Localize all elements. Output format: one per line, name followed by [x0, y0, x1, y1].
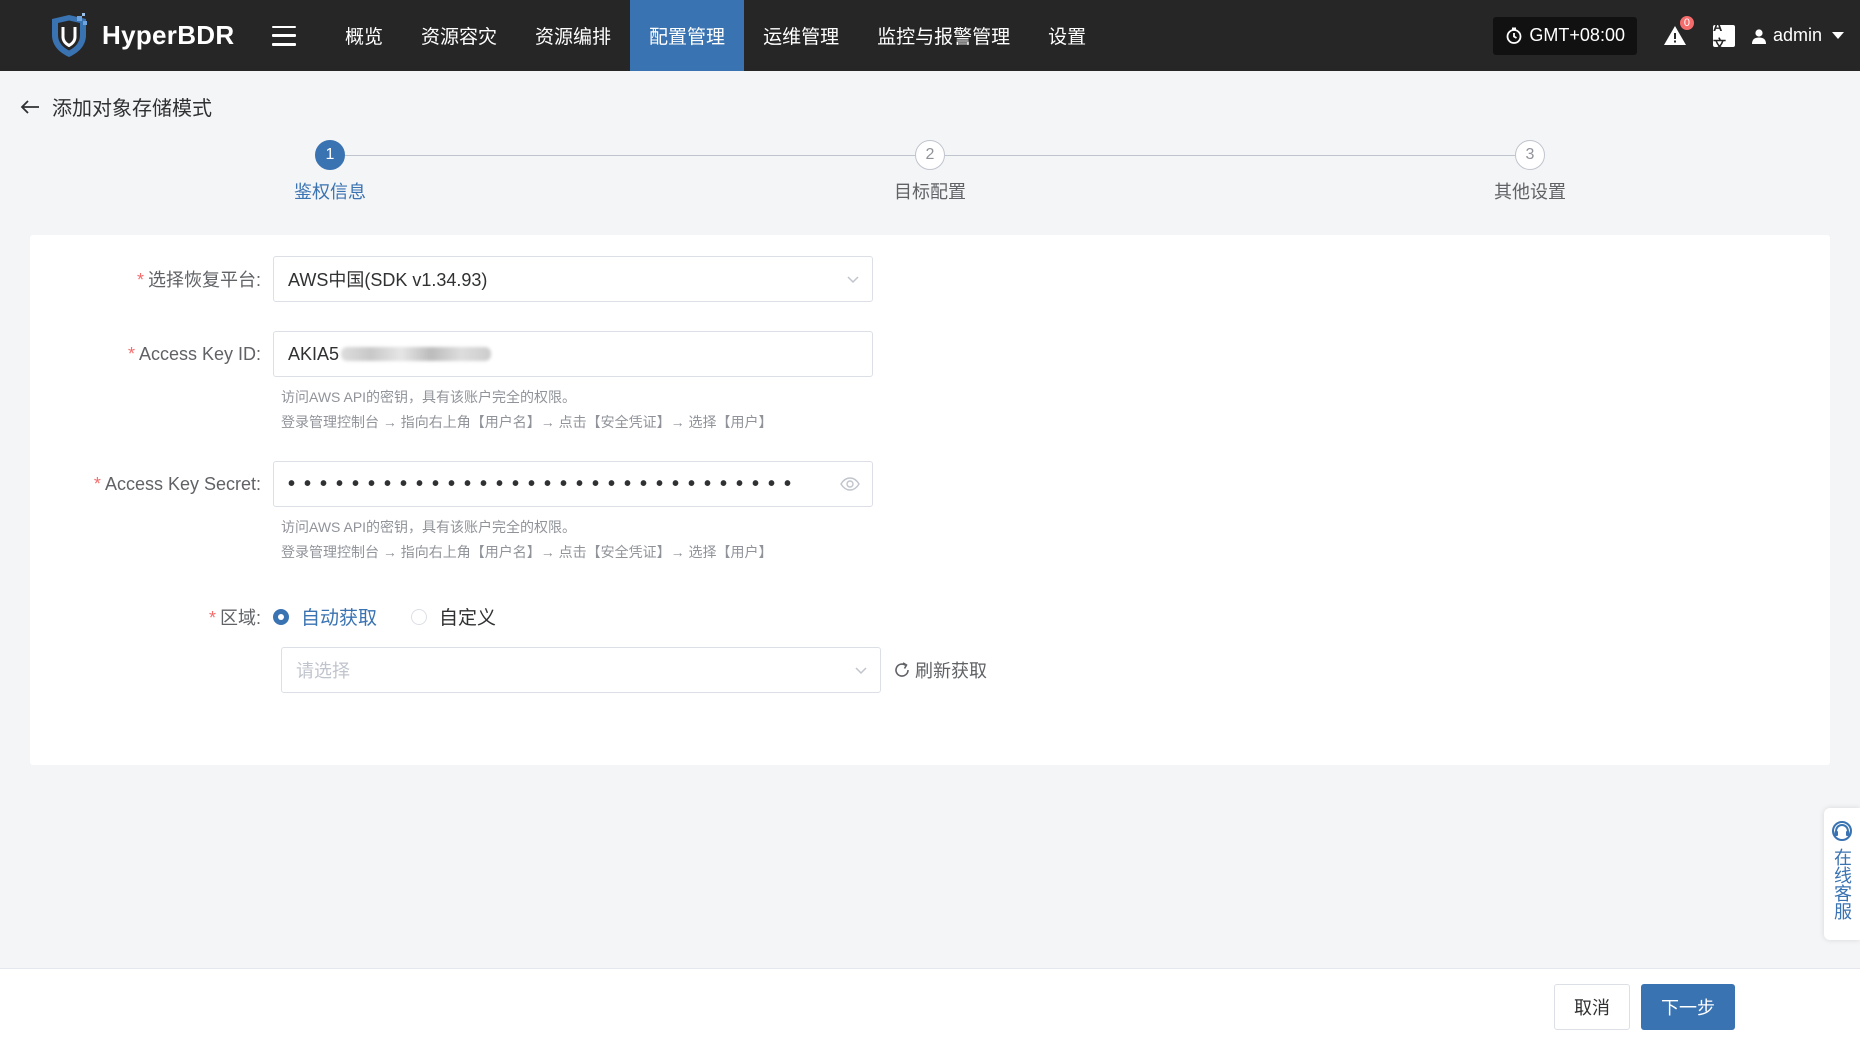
- step-2-label: 目标配置: [894, 182, 966, 202]
- page-title: 添加对象存储模式: [52, 98, 212, 120]
- radio-dot: [411, 608, 428, 625]
- timezone-text: GMT+08:00: [1529, 25, 1625, 45]
- step-3-label: 其他设置: [1494, 182, 1566, 202]
- region-custom-radio[interactable]: 自定义: [411, 603, 496, 630]
- nav-item-monitoring-alerts[interactable]: 监控与报警管理: [858, 0, 1029, 71]
- access-key-secret-help: 访问AWS API的密钥，具有该账户完全的权限。 登录管理控制台 → 指向右上角…: [281, 519, 773, 560]
- access-key-id-help: 访问AWS API的密钥，具有该账户完全的权限。 登录管理控制台 → 指向右上角…: [281, 389, 773, 430]
- chevron-down-icon: [847, 276, 859, 284]
- nav-item-config-management[interactable]: 配置管理: [630, 0, 745, 71]
- page-header: 添加对象存储模式: [20, 92, 212, 121]
- region-row: * 区域: 自动获取 自定义: [30, 603, 530, 630]
- access-key-id-label: * Access Key ID:: [127, 343, 261, 364]
- online-support-widget[interactable]: 在线客服: [1824, 808, 1860, 940]
- access-key-id-value: AKIA5: [288, 343, 340, 364]
- stepper: 1 2 3 鉴权信息 目标配置 其他设置: [0, 140, 1860, 210]
- region-auto-radio[interactable]: 自动获取: [273, 603, 377, 630]
- chevron-down-icon: [1832, 32, 1844, 39]
- support-label: 在线客服: [1832, 848, 1852, 920]
- refresh-region-button[interactable]: 刷新获取: [893, 657, 987, 683]
- access-key-secret-row: * Access Key Secret: ••••••••••••••••••••…: [30, 461, 873, 507]
- masked-secret: ••••••••••••••••••••••••••••••••: [288, 472, 801, 495]
- chevron-down-icon: [855, 667, 867, 675]
- top-nav-bar: HyperBDR 概览 资源容灾 资源编排 配置管理 运维管理 监控与报警管理 …: [0, 0, 1860, 71]
- footer-bar: 取消 下一步: [0, 968, 1860, 1043]
- app-name: HyperBDR: [102, 20, 235, 50]
- redacted-blur: [341, 347, 492, 361]
- language-switch-icon[interactable]: A文: [1712, 19, 1735, 52]
- timezone-display[interactable]: GMT+08:00: [1493, 16, 1637, 55]
- user-icon: [1751, 28, 1766, 44]
- access-key-id-input[interactable]: AKIA5: [273, 331, 873, 377]
- platform-label: * 选择恢复平台:: [136, 270, 261, 290]
- step-connector: [345, 155, 915, 156]
- access-key-secret-label: * Access Key Secret:: [93, 473, 261, 494]
- refresh-icon: [895, 662, 909, 677]
- form-card: * 选择恢复平台: AWS中国(SDK v1.34.93) * Access Key…: [30, 235, 1830, 765]
- radio-dot: [273, 608, 289, 625]
- cancel-button[interactable]: 取消: [1554, 984, 1630, 1030]
- clock-icon: [1507, 27, 1522, 44]
- nav-item-resource-orchestration[interactable]: 资源编排: [516, 0, 630, 71]
- next-step-button[interactable]: 下一步: [1641, 984, 1735, 1030]
- nav-item-ops-management[interactable]: 运维管理: [744, 0, 858, 71]
- region-label: * 区域:: [208, 607, 261, 628]
- back-arrow-icon[interactable]: [20, 99, 40, 115]
- menu-toggle-icon[interactable]: [272, 25, 296, 46]
- region-placeholder: 请选择: [296, 661, 350, 681]
- access-key-id-row: * Access Key ID: AKIA5: [30, 331, 873, 377]
- region-select-row: 请选择 刷新获取: [281, 647, 987, 693]
- step-3-circle: 3: [1515, 140, 1545, 170]
- app-logo[interactable]: HyperBDR: [48, 0, 260, 71]
- step-1-label: 鉴权信息: [294, 182, 366, 202]
- eye-icon[interactable]: [840, 476, 860, 492]
- nav-item-settings[interactable]: 设置: [1029, 0, 1105, 71]
- step-2-circle: 2: [915, 140, 945, 170]
- nav-item-resource-dr[interactable]: 资源容灾: [402, 0, 516, 71]
- main-nav: 概览 资源容灾 资源编排 配置管理 运维管理 监控与报警管理 设置: [326, 0, 1105, 71]
- platform-row: * 选择恢复平台: AWS中国(SDK v1.34.93): [30, 256, 873, 302]
- headset-icon: [1832, 821, 1852, 841]
- alert-button[interactable]: 0: [1663, 14, 1695, 49]
- step-1-circle: 1: [315, 140, 345, 170]
- alert-count-badge: 0: [1678, 14, 1695, 31]
- nav-item-overview[interactable]: 概览: [326, 0, 402, 71]
- user-menu[interactable]: admin: [1751, 25, 1844, 46]
- step-connector: [945, 155, 1515, 156]
- access-key-secret-input[interactable]: ••••••••••••••••••••••••••••••••: [273, 461, 873, 507]
- platform-value: AWS中国(SDK v1.34.93): [288, 270, 488, 290]
- username: admin: [1772, 25, 1822, 45]
- shield-logo-icon: [48, 12, 90, 59]
- region-select[interactable]: 请选择: [281, 647, 881, 693]
- platform-select[interactable]: AWS中国(SDK v1.34.93): [273, 256, 873, 302]
